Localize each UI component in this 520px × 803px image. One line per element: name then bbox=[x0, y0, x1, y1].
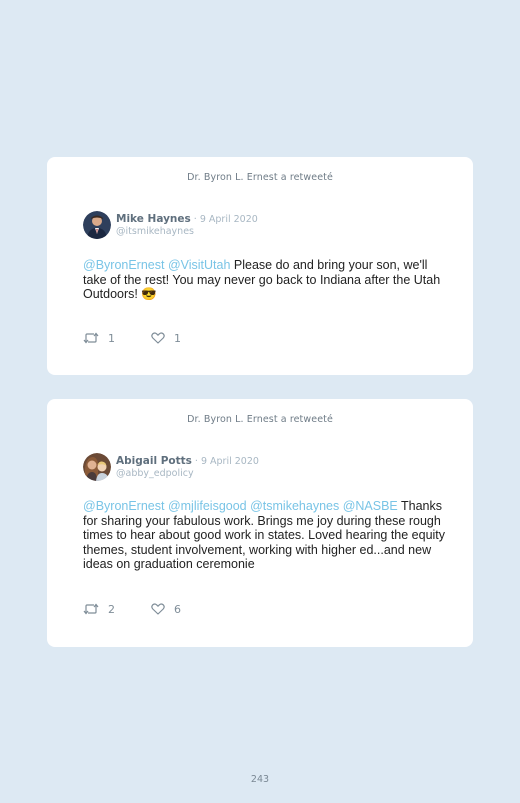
tweet-card[interactable]: Dr. Byron L. Ernest a retweeté Abigail P… bbox=[47, 399, 473, 647]
avatar[interactable] bbox=[83, 211, 111, 239]
avatar[interactable] bbox=[83, 453, 111, 481]
tweet-text: @ByronErnest @VisitUtah Please do and br… bbox=[83, 258, 448, 302]
retweet-count: 2 bbox=[108, 602, 115, 616]
tweet-card[interactable]: Dr. Byron L. Ernest a retweeté Mike Hayn… bbox=[47, 157, 473, 375]
tweet-mentions[interactable]: @ByronErnest @VisitUtah bbox=[83, 258, 230, 272]
retweet-button[interactable]: 2 bbox=[83, 601, 115, 617]
tweet-mentions[interactable]: @ByronErnest @mjlifeisgood @tsmikehaynes… bbox=[83, 499, 398, 513]
tweet-author: Mike Haynes · 9 April 2020 @itsmikehayne… bbox=[116, 213, 258, 238]
like-count: 1 bbox=[174, 331, 181, 345]
retweet-icon bbox=[83, 332, 99, 344]
retweet-button[interactable]: 1 bbox=[83, 330, 115, 346]
like-button[interactable]: 6 bbox=[151, 601, 181, 617]
author-handle[interactable]: @itsmikehaynes bbox=[116, 226, 258, 238]
page-number: 243 bbox=[250, 774, 270, 785]
retweet-attribution: Dr. Byron L. Ernest a retweeté bbox=[187, 172, 333, 183]
like-count: 6 bbox=[174, 602, 181, 616]
tweet-date: · 9 April 2020 bbox=[191, 456, 259, 467]
retweet-icon bbox=[83, 603, 99, 615]
tweet-date: · 9 April 2020 bbox=[190, 214, 258, 225]
profile-photo-man-icon bbox=[83, 211, 111, 239]
like-button[interactable]: 1 bbox=[151, 330, 181, 346]
author-handle[interactable]: @abby_edpolicy bbox=[116, 468, 259, 480]
heart-icon bbox=[151, 332, 165, 344]
author-name[interactable]: Abigail Potts bbox=[116, 455, 192, 467]
author-name[interactable]: Mike Haynes bbox=[116, 213, 191, 225]
retweet-attribution: Dr. Byron L. Ernest a retweeté bbox=[187, 414, 333, 425]
profile-photo-woman-icon bbox=[83, 453, 111, 481]
heart-icon bbox=[151, 603, 165, 615]
tweet-text: @ByronErnest @mjlifeisgood @tsmikehaynes… bbox=[83, 499, 448, 572]
retweet-count: 1 bbox=[108, 331, 115, 345]
tweet-author: Abigail Potts · 9 April 2020 @abby_edpol… bbox=[116, 455, 259, 480]
